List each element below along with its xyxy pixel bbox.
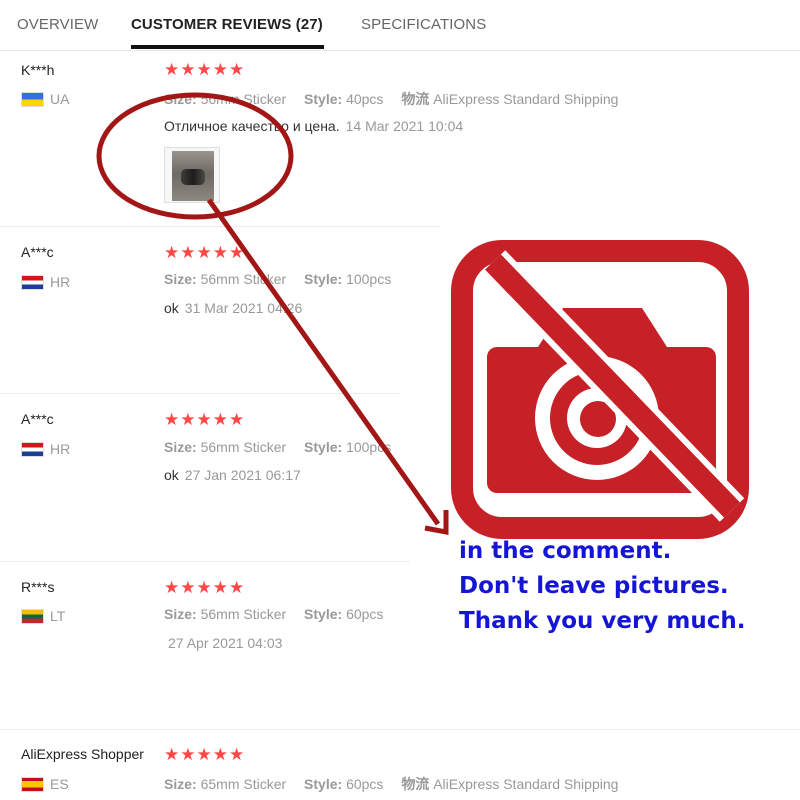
review-date: 27 Jan 2021 06:17 [184,467,301,483]
reviewer-name: K***h [21,62,55,78]
flag-es-icon [21,776,44,792]
country-code: LT [50,608,66,624]
flag-hr-icon [21,274,44,290]
tab-specifications[interactable]: SPECIFICATIONS [361,16,486,33]
notice-line-3: Thank you very much. [459,608,746,634]
review-comment: 27 Apr 2021 04:03 [168,635,282,651]
review-sku-info: Size: 56mm Sticker Style: 60pcs [164,606,384,622]
divider [0,729,800,730]
country-code: UA [50,91,70,107]
reviewer-country: UA [21,91,69,107]
divider [0,561,420,562]
reviewer-country: HR [21,274,70,290]
reviewer-name: AliExpress Shopper [21,746,144,762]
flag-hr-icon [21,441,44,457]
review-sku-info: Size: 65mm Sticker Style: 60pcs 物流 AliEx… [164,776,619,792]
divider [0,226,440,227]
review-sku-info: Size: 56mm Sticker Style: 40pcs 物流 AliEx… [164,91,619,107]
review-sku-info: Size: 56mm Sticker Style: 100pcs [164,271,392,287]
tab-overview[interactable]: OVERVIEW [17,16,98,33]
review-date: 27 Apr 2021 04:03 [168,635,283,651]
country-code: ES [50,776,69,792]
active-tab-indicator [131,45,324,49]
notice-line-1: in the comment. [459,538,672,564]
star-rating: ★★★★★ [164,578,246,597]
flag-ua-icon [21,91,44,107]
star-rating: ★★★★★ [164,243,246,262]
reviewer-name: A***c [21,411,54,427]
reviewer-name: R***s [21,579,55,595]
reviewer-country: HR [21,441,70,457]
review-photo-thumbnail[interactable] [164,147,220,203]
country-code: HR [50,441,71,457]
review-date: 31 Mar 2021 04:26 [184,300,303,316]
reviewer-name: A***c [21,244,54,260]
star-rating: ★★★★★ [164,60,246,79]
flag-lt-icon [21,608,44,624]
review-sku-info: Size: 56mm Sticker Style: 100pcs [164,439,392,455]
review-comment: ok 27 Jan 2021 06:17 [164,467,301,483]
star-rating: ★★★★★ [164,745,246,764]
product-tabs: OVERVIEW CUSTOMER REVIEWS (27) SPECIFICA… [0,0,800,51]
review-comment: ok 31 Mar 2021 04:26 [164,300,303,316]
star-rating: ★★★★★ [164,410,246,429]
review-date: 14 Mar 2021 10:04 [345,118,464,134]
country-code: HR [50,274,71,290]
review-comment: Отличное качество и цена. 14 Mar 2021 10:… [164,118,464,134]
notice-line-2: Don't leave pictures. [459,573,729,599]
divider [0,393,400,394]
reviewer-country: LT [21,608,65,624]
reviewer-country: ES [21,776,69,792]
tab-customer-reviews[interactable]: CUSTOMER REVIEWS (27) [131,16,323,33]
